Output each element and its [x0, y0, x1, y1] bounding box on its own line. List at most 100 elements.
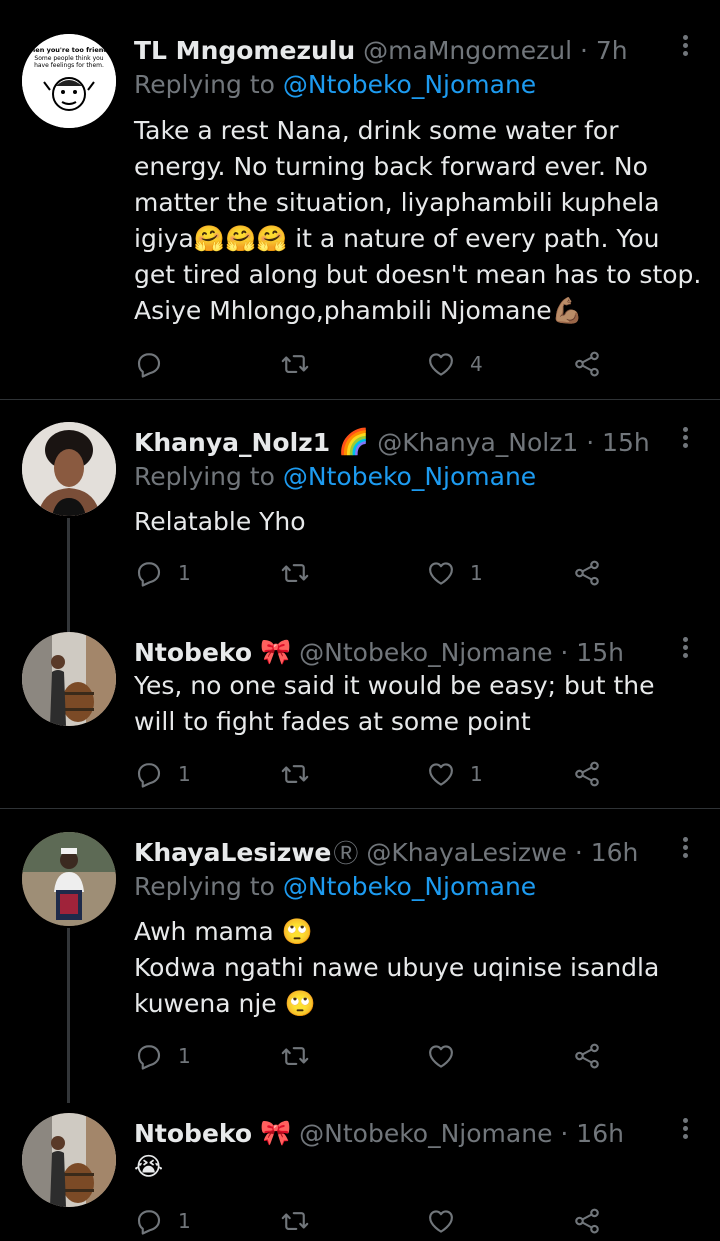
- share-button[interactable]: [572, 344, 602, 384]
- tweet-text-line: Yes, no one said it would be easy; but t…: [134, 671, 655, 700]
- tweet-text-line: Kodwa ngathi nawe ubuye uqinise isandla: [134, 953, 660, 982]
- divider: [0, 808, 720, 809]
- reply-count: 1: [178, 1209, 191, 1233]
- reply-button[interactable]: 1: [134, 1201, 191, 1241]
- share-button[interactable]: [572, 1036, 602, 1076]
- reply-button[interactable]: [134, 344, 178, 384]
- display-name[interactable]: KhayaLesizwe: [134, 838, 331, 867]
- like-button[interactable]: [426, 1036, 470, 1076]
- tweet-text-line: Relatable Yho: [134, 507, 306, 536]
- tweet-text: 😭: [134, 1149, 704, 1185]
- retweet-button[interactable]: [280, 1201, 324, 1241]
- replying-to-label: Replying to: [134, 462, 275, 491]
- handle-time[interactable]: @maMngomezul · 7h: [363, 36, 628, 65]
- replying-to-label: Replying to: [134, 872, 275, 901]
- tweet-text-line: get tired along but doesn't mean has to …: [134, 260, 702, 289]
- share-icon: [572, 1041, 602, 1071]
- handle-time[interactable]: @Ntobeko_Njomane · 15h: [299, 638, 624, 667]
- tweet-text-line: energy. No turning back forward ever. No: [134, 152, 648, 181]
- reply-icon: [134, 558, 164, 588]
- more-icon[interactable]: [678, 424, 692, 454]
- svg-text:have feelings for them.: have feelings for them.: [34, 62, 104, 69]
- like-button[interactable]: 1: [426, 754, 483, 794]
- share-icon: [572, 349, 602, 379]
- like-icon: [426, 1206, 456, 1236]
- reply-button[interactable]: 1: [134, 754, 191, 794]
- like-icon: [426, 759, 456, 789]
- tweet-text: Awh mama 🙄 Kodwa ngathi nawe ubuye uqini…: [134, 914, 704, 1022]
- tweet-text-line: 😭: [134, 1152, 164, 1181]
- display-name[interactable]: TL Mngomezulu: [134, 36, 355, 65]
- replying-to: Replying to @Ntobeko_Njomane: [134, 70, 536, 99]
- like-button[interactable]: 1: [426, 553, 483, 593]
- tweet-text-line: will to fight fades at some point: [134, 707, 531, 736]
- tweet-text-line: igiya🤗🤗🤗 it a nature of every path. You: [134, 224, 660, 253]
- tweet-text-line: Asiye Mhlongo,phambili Njomane💪🏽: [134, 296, 583, 325]
- more-icon[interactable]: [678, 834, 692, 864]
- avatar[interactable]: [22, 632, 116, 726]
- like-count: 1: [470, 561, 483, 585]
- retweet-button[interactable]: [280, 754, 324, 794]
- retweet-button[interactable]: [280, 553, 324, 593]
- share-icon: [572, 558, 602, 588]
- like-count: 1: [470, 762, 483, 786]
- display-name[interactable]: Ntobeko: [134, 638, 252, 667]
- tweet-text-line: kuwena nje 🙄: [134, 989, 316, 1018]
- tweet-text: Take a rest Nana, drink some water for e…: [134, 113, 704, 329]
- handle-time[interactable]: @Ntobeko_Njomane · 16h: [299, 1119, 624, 1148]
- more-icon[interactable]: [678, 32, 692, 62]
- retweet-icon: [280, 1041, 310, 1071]
- like-icon: [426, 349, 456, 379]
- share-button[interactable]: [572, 1201, 602, 1241]
- tweet-text: Relatable Yho: [134, 504, 704, 540]
- replying-to-handle[interactable]: @Ntobeko_Njomane: [283, 872, 536, 901]
- avatar[interactable]: When you're too friendly Some people thi…: [22, 34, 116, 128]
- retweet-icon: [280, 759, 310, 789]
- handle-time[interactable]: @KhayaLesizwe · 16h: [366, 838, 638, 867]
- more-icon[interactable]: [678, 1115, 692, 1145]
- tweet-text-line: Take a rest Nana, drink some water for: [134, 116, 619, 145]
- like-button[interactable]: [426, 1201, 470, 1241]
- share-button[interactable]: [572, 754, 602, 794]
- avatar[interactable]: [22, 1113, 116, 1207]
- replying-to-handle[interactable]: @Ntobeko_Njomane: [283, 70, 536, 99]
- like-button[interactable]: 4: [426, 344, 483, 384]
- more-icon[interactable]: [678, 634, 692, 664]
- retweet-button[interactable]: [280, 1036, 324, 1076]
- reply-count: 1: [178, 762, 191, 786]
- ribbon-badge-icon: 🎀: [260, 1118, 292, 1147]
- tweet-text: Yes, no one said it would be easy; but t…: [134, 668, 704, 740]
- retweet-icon: [280, 1206, 310, 1236]
- handle-time[interactable]: @Khanya_Nolz1 · 15h: [377, 428, 650, 457]
- display-name[interactable]: Khanya_Nolz1: [134, 428, 330, 457]
- like-icon: [426, 1041, 456, 1071]
- tweet-text-line: Awh mama 🙄: [134, 917, 313, 946]
- replying-to: Replying to @Ntobeko_Njomane: [134, 462, 536, 491]
- reply-count: 1: [178, 1044, 191, 1068]
- reply-button[interactable]: 1: [134, 553, 191, 593]
- tweet-text-line: matter the situation, liyaphambili kuphe…: [134, 188, 660, 217]
- avatar[interactable]: [22, 422, 116, 516]
- display-name[interactable]: Ntobeko: [134, 1119, 252, 1148]
- reply-button[interactable]: 1: [134, 1036, 191, 1076]
- reply-icon: [134, 759, 164, 789]
- reply-icon: [134, 349, 164, 379]
- thread-line: [67, 928, 70, 1103]
- reply-count: 1: [178, 561, 191, 585]
- share-icon: [572, 759, 602, 789]
- svg-text:When you're too friendly: When you're too friendly: [23, 46, 115, 54]
- replying-to-handle[interactable]: @Ntobeko_Njomane: [283, 462, 536, 491]
- retweet-button[interactable]: [280, 344, 324, 384]
- replying-to-label: Replying to: [134, 70, 275, 99]
- like-icon: [426, 558, 456, 588]
- like-count: 4: [470, 352, 483, 376]
- ribbon-badge-icon: 🎀: [260, 637, 292, 666]
- avatar[interactable]: [22, 832, 116, 926]
- replying-to: Replying to @Ntobeko_Njomane: [134, 872, 536, 901]
- reply-icon: [134, 1206, 164, 1236]
- share-button[interactable]: [572, 553, 602, 593]
- rainbow-badge-icon: 🌈: [338, 427, 370, 456]
- registered-badge-icon: Ⓡ: [333, 839, 359, 868]
- svg-text:Some people think you: Some people think you: [34, 55, 103, 62]
- retweet-icon: [280, 349, 310, 379]
